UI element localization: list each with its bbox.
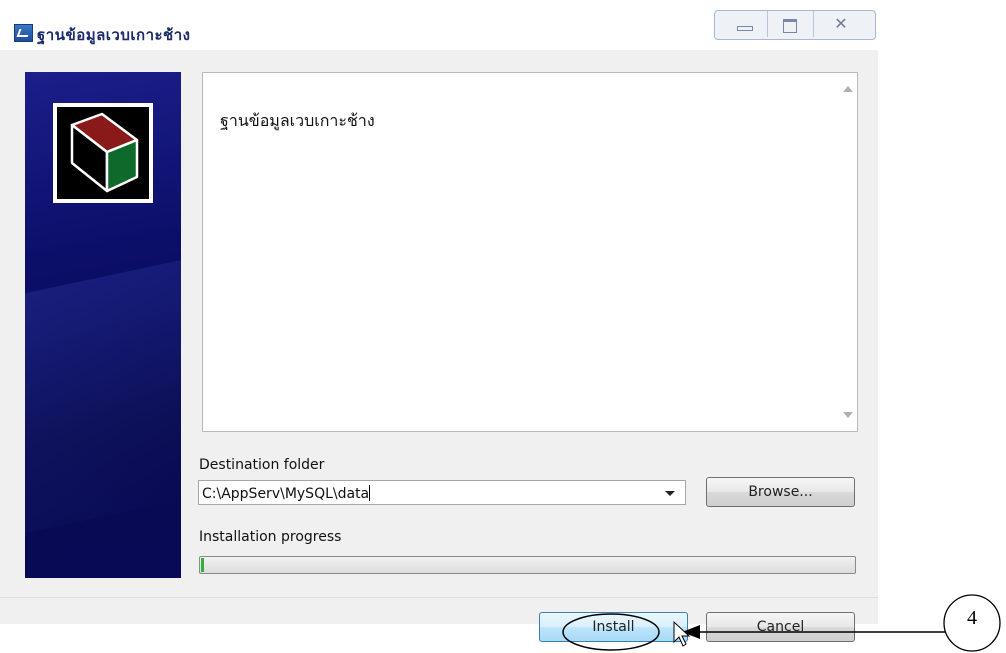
scroll-down-icon[interactable] [843,412,853,418]
cancel-button[interactable]: Cancel [706,612,855,642]
box-logo [53,103,153,203]
minimize-button[interactable] [723,11,768,37]
installation-progress-label: Installation progress [199,529,342,545]
installer-sidebar [25,72,181,578]
install-button[interactable]: Install [539,612,688,642]
close-icon: ✕ [834,14,848,33]
installation-progress-bar [199,556,856,574]
title-bar[interactable]: ฐานข้อมูลเวบเกาะช้าง ✕ [0,0,878,50]
scroll-up-icon[interactable] [843,86,853,92]
description-text: ฐานข้อมูลเวบเกาะช้าง [220,111,375,130]
text-caret [369,485,371,501]
step-number: 4 [967,607,977,629]
dropdown-arrow-icon[interactable] [665,491,675,496]
progress-fill [201,558,205,572]
window-title: ฐานข้อมูลเวบเกาะช้าง [37,26,191,44]
installer-window: ฐานข้อมูลเวบเกาะช้าง ✕ ฐานข้อมูลเวบเกาะช… [0,0,878,642]
window-controls: ✕ [714,10,876,40]
app-icon [14,24,33,42]
maximize-button[interactable] [769,11,814,37]
description-box[interactable]: ฐานข้อมูลเวบเกาะช้าง [202,72,858,432]
destination-folder-label: Destination folder [199,457,325,473]
destination-folder-select[interactable]: C:\AppServ\MySQL\data [198,480,686,505]
destination-folder-value: C:\AppServ\MySQL\data [202,486,370,502]
browse-button[interactable]: Browse... [706,477,855,507]
box-icon [70,112,139,193]
close-button[interactable]: ✕ [815,11,867,37]
